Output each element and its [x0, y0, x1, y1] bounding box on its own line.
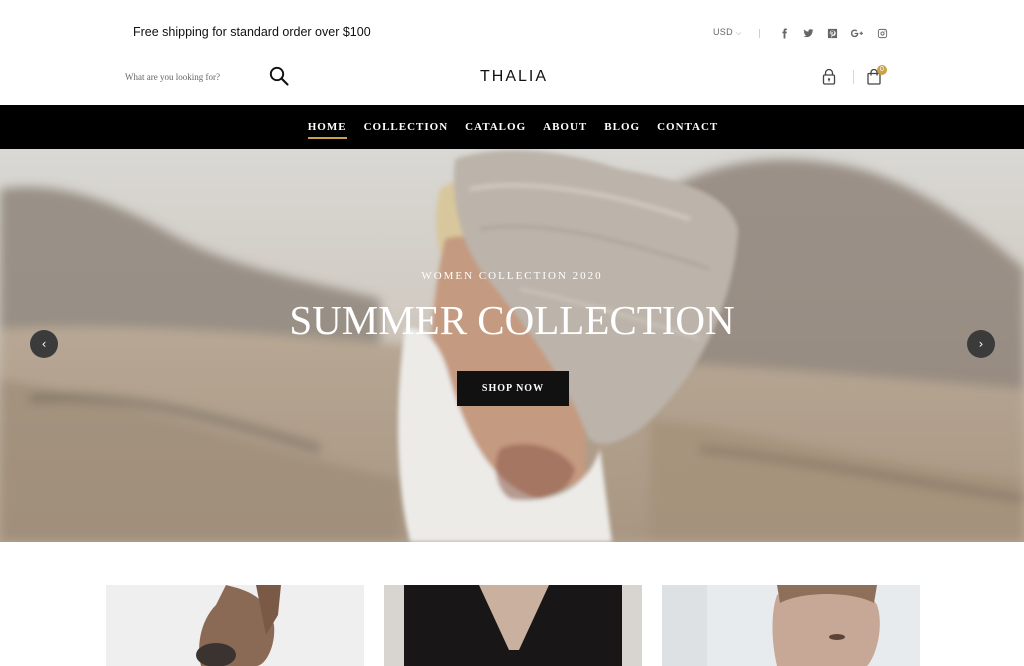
- slider-next-button[interactable]: ›: [967, 330, 995, 358]
- nav-item-contact[interactable]: CONTACT: [657, 105, 718, 149]
- cart-count-badge: 0: [877, 65, 887, 75]
- currency-selector[interactable]: USD ⌵: [713, 27, 742, 38]
- nav-menu: HOME COLLECTION CATALOG ABOUT BLOG CONTA…: [0, 105, 1024, 149]
- category-image: [384, 585, 642, 666]
- slider-prev-button[interactable]: ‹: [30, 330, 58, 358]
- pinterest-icon[interactable]: [826, 27, 838, 39]
- top-bar: Free shipping for standard order over $1…: [0, 0, 1024, 62]
- search-button[interactable]: [268, 65, 290, 87]
- nav-item-catalog[interactable]: CATALOG: [465, 105, 526, 149]
- category-tile[interactable]: [662, 585, 920, 666]
- facebook-icon[interactable]: [778, 27, 790, 39]
- nav-item-about[interactable]: ABOUT: [543, 105, 587, 149]
- divider: [853, 70, 854, 84]
- social-links: [778, 26, 888, 40]
- hero-image: [0, 150, 1024, 542]
- hero-slider: WOMEN COLLECTION 2020 SUMMER COLLECTION …: [0, 149, 1024, 542]
- search-icon: [269, 66, 289, 86]
- nav-item-blog[interactable]: BLOG: [604, 105, 640, 149]
- currency-label: USD: [713, 27, 733, 37]
- instagram-icon[interactable]: [876, 27, 888, 39]
- lock-icon: [822, 68, 836, 85]
- nav-item-collection[interactable]: COLLECTION: [364, 105, 449, 149]
- chevron-down-icon: ⌵: [735, 30, 742, 37]
- google-plus-icon[interactable]: [850, 27, 864, 39]
- chevron-left-icon: ‹: [41, 337, 47, 351]
- hero-title: SUMMER COLLECTION: [289, 297, 735, 343]
- shop-now-button[interactable]: SHOP NOW: [457, 371, 569, 406]
- twitter-icon[interactable]: [802, 27, 814, 39]
- search-input[interactable]: [125, 69, 255, 85]
- hero-subtitle: WOMEN COLLECTION 2020: [421, 270, 603, 282]
- account-button[interactable]: [820, 66, 838, 86]
- site-logo[interactable]: THALIA: [480, 68, 548, 86]
- divider: [759, 29, 760, 38]
- category-tile[interactable]: [384, 585, 642, 666]
- nav-item-home[interactable]: HOME: [307, 105, 347, 149]
- cart-button[interactable]: 0: [866, 65, 888, 87]
- chevron-right-icon: ›: [978, 337, 984, 351]
- category-image: [662, 585, 920, 666]
- category-image: [106, 585, 364, 666]
- category-tile[interactable]: [106, 585, 364, 666]
- main-nav: HOME COLLECTION CATALOG ABOUT BLOG CONTA…: [0, 105, 1024, 149]
- shipping-notice: Free shipping for standard order over $1…: [133, 25, 371, 39]
